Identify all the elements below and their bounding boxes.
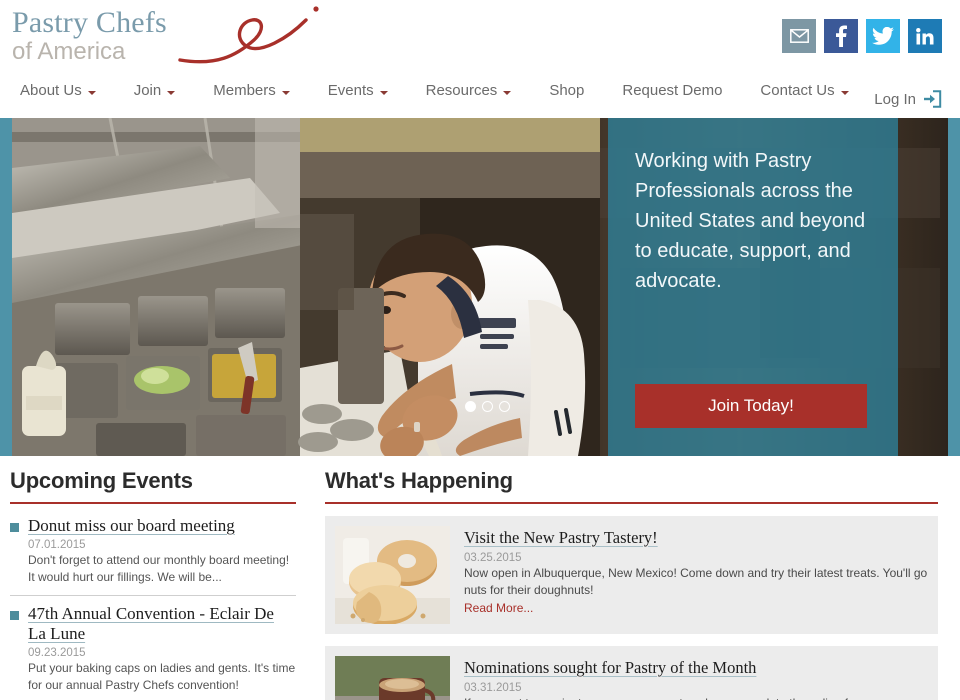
chevron-down-icon xyxy=(840,90,849,95)
email-icon[interactable] xyxy=(782,19,816,53)
hero-carousel: Working with Pastry Professionals across… xyxy=(0,118,960,456)
hero-text-panel: Working with Pastry Professionals across… xyxy=(608,118,898,456)
hero-left-border xyxy=(0,118,12,456)
bullet-square-icon xyxy=(10,611,19,620)
twitter-icon[interactable] xyxy=(866,19,900,53)
event-item[interactable]: Donut miss our board meeting 07.01.2015 … xyxy=(10,508,296,596)
event-description: Don't forget to attend our monthly board… xyxy=(28,553,290,584)
event-body: Donut miss our board meeting 07.01.2015 … xyxy=(28,516,296,586)
news-date: 03.31.2015 xyxy=(464,682,522,694)
nav-item-shop[interactable]: Shop xyxy=(530,82,603,99)
news-title-link[interactable]: Nominations sought for Pastry of the Mon… xyxy=(464,658,928,678)
nav-item-contact-us[interactable]: Contact Us xyxy=(741,82,867,99)
upcoming-events-column: Upcoming Events Donut miss our board mee… xyxy=(0,468,310,700)
news-description: If you want to nominate your yummy pastr… xyxy=(464,695,928,700)
nav-item-request-demo[interactable]: Request Demo xyxy=(603,82,741,99)
news-description: Now open in Albuquerque, New Mexico! Com… xyxy=(464,566,928,597)
upcoming-events-title: Upcoming Events xyxy=(10,468,193,493)
event-item[interactable]: 47th Annual Convention - Eclair De La Lu… xyxy=(10,596,296,700)
news-title-link[interactable]: Visit the New Pastry Tastery! xyxy=(464,528,928,548)
swash-flourish-icon xyxy=(178,6,319,64)
nav-label: Join xyxy=(133,82,162,99)
carousel-dot-3[interactable] xyxy=(499,401,510,412)
event-date: 07.01.2015 xyxy=(28,539,86,551)
sign-in-icon xyxy=(922,90,942,108)
event-title-link[interactable]: Donut miss our board meeting xyxy=(28,516,235,535)
event-description: Put your baking caps on ladies and gents… xyxy=(28,661,296,692)
nav-item-resources[interactable]: Resources xyxy=(407,82,531,99)
nav-item-events[interactable]: Events xyxy=(309,82,407,99)
linkedin-icon[interactable] xyxy=(908,19,942,53)
login-button[interactable]: Log In xyxy=(874,82,942,116)
news-item[interactable]: Visit the New Pastry Tastery! 03.25.2015… xyxy=(325,516,938,634)
read-more-link[interactable]: Read More... xyxy=(464,601,533,615)
news-date: 03.25.2015 xyxy=(464,552,522,564)
login-label: Log In xyxy=(874,90,916,108)
page-root: Pastry Chefs of America About Us Join Me… xyxy=(0,0,960,700)
social-links xyxy=(782,19,942,53)
hero-headline: Working with Pastry Professionals across… xyxy=(635,150,866,292)
event-title-link[interactable]: 47th Annual Convention - Eclair De La Lu… xyxy=(28,604,274,643)
section-divider xyxy=(10,502,296,504)
chevron-down-icon xyxy=(87,90,96,95)
carousel-dot-1[interactable] xyxy=(465,401,476,412)
section-divider xyxy=(325,502,938,504)
news-body: Nominations sought for Pastry of the Mon… xyxy=(464,656,928,700)
nav-label: Events xyxy=(327,82,374,99)
chevron-down-icon xyxy=(379,90,388,95)
carousel-dots xyxy=(465,401,510,412)
site-logo[interactable]: Pastry Chefs of America xyxy=(8,6,338,76)
nav-item-about-us[interactable]: About Us xyxy=(14,82,115,99)
nav-label: Contact Us xyxy=(760,82,835,99)
news-body: Visit the New Pastry Tastery! 03.25.2015… xyxy=(464,526,928,624)
chevron-down-icon xyxy=(167,90,176,95)
news-item[interactable]: Nominations sought for Pastry of the Mon… xyxy=(325,646,938,700)
bullet-square-icon xyxy=(10,523,19,532)
whats-happening-title: What's Happening xyxy=(325,468,513,493)
news-thumbnail-doughnuts xyxy=(335,526,450,624)
whats-happening-column: What's Happening Visit the New Pastry Ta… xyxy=(310,468,960,700)
carousel-dot-2[interactable] xyxy=(482,401,493,412)
facebook-icon[interactable] xyxy=(824,19,858,53)
nav-label: Resources xyxy=(425,82,498,99)
join-today-button[interactable]: Join Today! xyxy=(635,384,867,428)
nav-item-join[interactable]: Join xyxy=(115,82,195,99)
nav-label: Members xyxy=(213,82,276,99)
chevron-down-icon xyxy=(503,90,512,95)
hero-right-border xyxy=(948,118,960,456)
news-thumbnail-cake-coffee xyxy=(335,656,450,700)
nav-list: About Us Join Members Events Resources S… xyxy=(0,82,960,99)
site-header: Pastry Chefs of America About Us Join Me… xyxy=(0,0,960,118)
main-content: Upcoming Events Donut miss our board mee… xyxy=(0,456,960,700)
event-date: 09.23.2015 xyxy=(28,647,86,659)
nav-label: Request Demo xyxy=(622,82,723,99)
main-navigation: About Us Join Members Events Resources S… xyxy=(0,82,960,116)
event-body: 47th Annual Convention - Eclair De La Lu… xyxy=(28,604,296,694)
nav-item-members[interactable]: Members xyxy=(194,82,309,99)
chevron-down-icon xyxy=(281,90,290,95)
nav-label: Shop xyxy=(549,82,585,99)
nav-label: About Us xyxy=(20,82,82,99)
